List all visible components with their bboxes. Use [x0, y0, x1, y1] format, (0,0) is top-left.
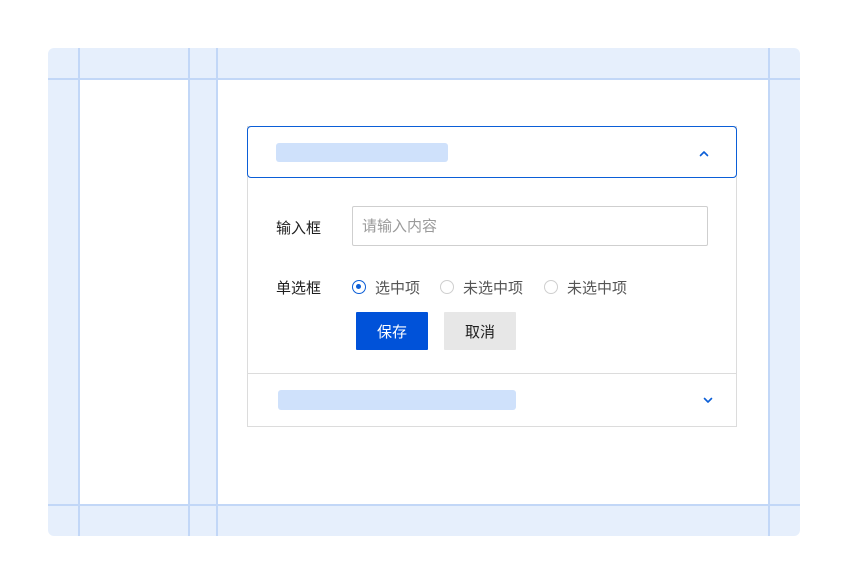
grid-line [48, 78, 800, 80]
grid-line [48, 504, 800, 506]
radio-checked-icon [352, 280, 366, 294]
stage: 输入框 单选框 选中项 未选中项 未选中项 保存 取消 [0, 0, 848, 584]
radio-unchecked-icon [440, 280, 454, 294]
grid-line [768, 48, 770, 536]
grid-line [78, 48, 80, 536]
radio-label: 单选框 [276, 279, 322, 297]
collapse-header-1[interactable] [247, 126, 737, 178]
title-skeleton [276, 143, 448, 162]
radio-option-label: 未选中项 [463, 278, 524, 297]
cancel-button[interactable]: 取消 [444, 312, 516, 350]
title-skeleton [278, 390, 516, 410]
input-label: 输入框 [276, 219, 322, 237]
grid-line [188, 48, 190, 536]
chevron-down-icon[interactable] [701, 393, 715, 407]
save-button[interactable]: 保存 [356, 312, 428, 350]
radio-option-selected[interactable]: 选中项 [352, 277, 420, 297]
radio-unchecked-icon [544, 280, 558, 294]
radio-option-label: 选中项 [375, 278, 421, 297]
grid-cell-sider [80, 80, 188, 504]
radio-option-label: 未选中项 [567, 278, 628, 297]
radio-option-unselected[interactable]: 未选中项 [544, 277, 627, 297]
chevron-up-icon[interactable] [697, 146, 711, 160]
content-input[interactable] [352, 206, 708, 246]
collapse-panel: 输入框 单选框 选中项 未选中项 未选中项 保存 取消 [247, 126, 737, 427]
collapse-header-2[interactable] [248, 374, 736, 426]
radio-option-unselected[interactable]: 未选中项 [440, 277, 523, 297]
grid-line [216, 48, 218, 536]
